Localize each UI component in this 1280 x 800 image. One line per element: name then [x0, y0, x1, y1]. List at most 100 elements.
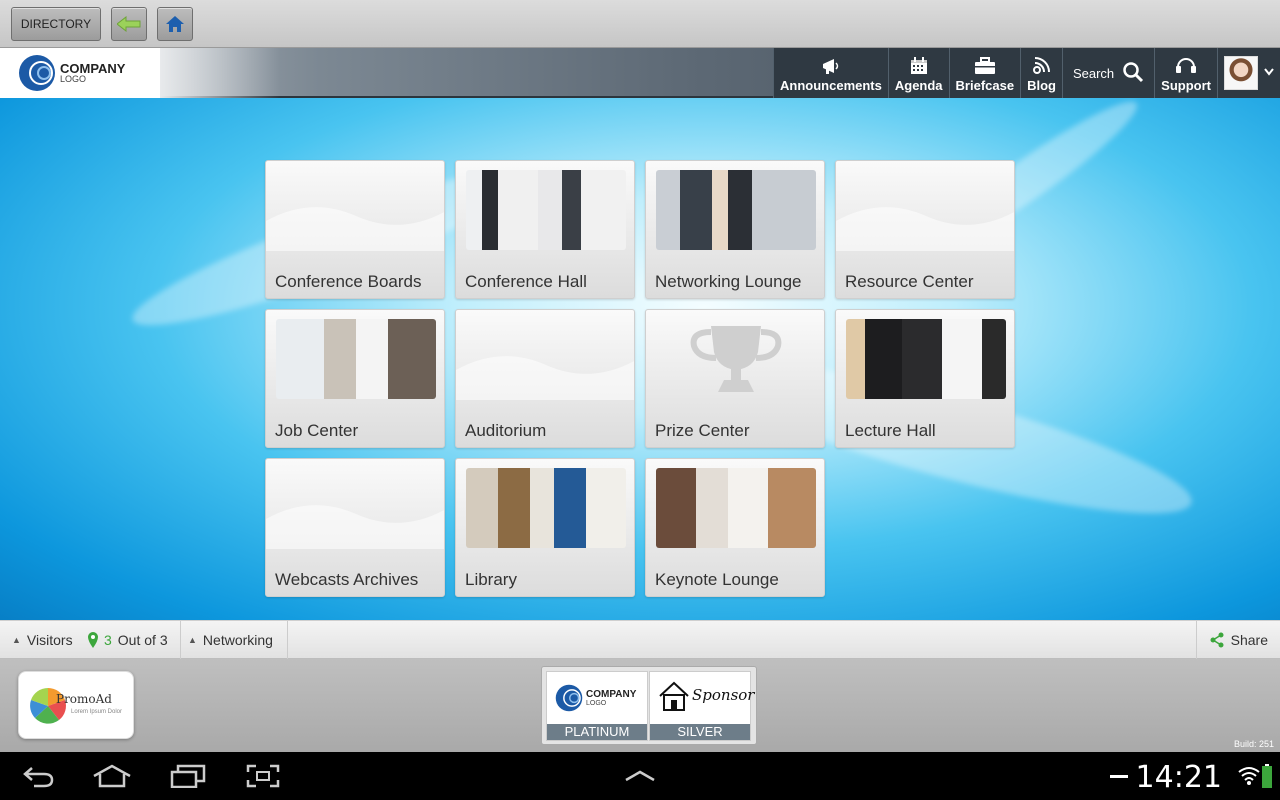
- nav-announcements[interactable]: Announcements: [773, 48, 888, 98]
- nav-briefcase[interactable]: Briefcase: [948, 48, 1021, 98]
- tile-networking-lounge[interactable]: Networking Lounge: [645, 160, 825, 299]
- calendar-icon: [910, 57, 927, 74]
- nav-announcements-label: Announcements: [780, 78, 882, 93]
- tile-label: Conference Hall: [465, 272, 587, 291]
- tier-label: SILVER: [650, 724, 750, 740]
- library-photo: [466, 468, 626, 548]
- back-icon[interactable]: [22, 764, 56, 788]
- wifi-icon: [1238, 767, 1260, 785]
- megaphone-icon: [822, 59, 839, 74]
- app-header: COMPANY LOGO Announcements Agenda Briefc…: [0, 48, 1280, 98]
- share-button[interactable]: Share: [1195, 621, 1268, 659]
- tile-label: Webcasts Archives: [275, 570, 419, 589]
- promo-ad[interactable]: PromoAd Lorem Ipsum Dolor: [18, 671, 134, 739]
- tile-conference-hall[interactable]: Conference Hall: [455, 160, 635, 299]
- keynote-lounge-photo: [656, 468, 816, 548]
- nav-search-label: Search: [1072, 65, 1115, 81]
- nav-support-label: Support: [1161, 78, 1211, 93]
- tile-job-center[interactable]: Job Center: [265, 309, 445, 448]
- job-center-photo: [276, 319, 436, 399]
- home-button[interactable]: [157, 7, 193, 41]
- tile-label: Job Center: [275, 421, 359, 440]
- location-pin-icon: [88, 632, 98, 648]
- tile-keynote-lounge[interactable]: Keynote Lounge: [645, 458, 825, 597]
- promo-title: PromoAd: [56, 692, 112, 706]
- networking-toggle[interactable]: ▲ Networking: [176, 621, 288, 659]
- tile-lecture-hall[interactable]: Lecture Hall: [835, 309, 1015, 448]
- build-number: Build: 251: [1233, 739, 1274, 749]
- search-icon: [1123, 61, 1144, 82]
- system-nav-bar: 14:21: [0, 752, 1280, 800]
- sponsor-logo-text: Sponsor: [692, 686, 755, 704]
- sponsor-silver[interactable]: Sponsor SILVER: [649, 671, 755, 741]
- tile-label: Auditorium: [465, 421, 547, 440]
- tile-prize-center[interactable]: Prize Center: [645, 309, 825, 448]
- nav-search[interactable]: Search: [1061, 48, 1154, 98]
- promo-subtitle: Lorem Ipsum Dolor: [71, 709, 123, 715]
- recent-apps-icon[interactable]: [170, 764, 206, 788]
- house-icon: [659, 681, 689, 711]
- system-clock: 14:21: [1135, 760, 1222, 795]
- lobby-background: Conference Boards Conference Hall Networ…: [0, 98, 1280, 620]
- tile-auditorium[interactable]: Auditorium: [455, 309, 635, 448]
- nav-agenda-label: Agenda: [894, 78, 943, 93]
- tile-label: Library: [465, 570, 517, 589]
- chevron-down-icon: [1264, 67, 1274, 76]
- tile-library[interactable]: Library: [455, 458, 635, 597]
- tile-label: Conference Boards: [275, 272, 422, 291]
- room-grid: Conference Boards Conference Hall Networ…: [265, 160, 1015, 597]
- share-label: Share: [1230, 632, 1268, 648]
- back-button[interactable]: [111, 7, 147, 41]
- nav-support[interactable]: Support: [1154, 48, 1217, 98]
- sponsor-area: PromoAd Lorem Ipsum Dolor COMPANY LOGO P…: [0, 659, 1280, 752]
- directory-button[interactable]: DIRECTORY: [11, 7, 101, 41]
- networking-lounge-photo: [656, 170, 816, 250]
- visitor-count-suffix: Out of 3: [117, 632, 168, 648]
- avatar: [1224, 56, 1258, 90]
- main-nav: Announcements Agenda Briefcase Blog Sear…: [773, 48, 1280, 98]
- nav-agenda[interactable]: Agenda: [887, 48, 949, 98]
- header-sheen: [160, 48, 280, 98]
- headset-icon: [1176, 58, 1197, 73]
- logo-swirl-icon: [19, 55, 55, 91]
- sponsor-strip: COMPANY LOGO PLATINUM Sponsor SILVER: [541, 666, 757, 745]
- caret-up-icon: ▲: [12, 635, 21, 645]
- tile-label: Lecture Hall: [845, 421, 936, 440]
- visitor-count-number: 3: [104, 632, 112, 648]
- tile-label: Networking Lounge: [655, 272, 802, 291]
- nav-blog[interactable]: Blog: [1020, 48, 1062, 98]
- sponsor-logo-sub: LOGO: [586, 699, 607, 707]
- top-toolbar: DIRECTORY: [0, 0, 1280, 48]
- blog-icon: [1032, 57, 1050, 74]
- company-logo[interactable]: COMPANY LOGO: [0, 48, 160, 98]
- tile-label: Prize Center: [655, 421, 750, 440]
- home-icon: [166, 16, 184, 32]
- lecture-hall-photo: [846, 319, 1006, 399]
- networking-label: Networking: [202, 632, 273, 648]
- status-bar: ▲ Visitors 3 Out of 3 ▲ Networking Share: [0, 620, 1280, 659]
- visitor-count[interactable]: 3 Out of 3: [88, 621, 181, 659]
- wave-decoration: [456, 356, 634, 400]
- minus-icon: [1110, 775, 1128, 778]
- tier-label: PLATINUM: [547, 724, 647, 740]
- tile-conference-boards[interactable]: Conference Boards: [265, 160, 445, 299]
- visitors-toggle[interactable]: ▲ Visitors: [12, 621, 73, 659]
- nav-briefcase-label: Briefcase: [955, 78, 1015, 93]
- back-arrow-icon: [117, 16, 141, 32]
- screenshot-icon[interactable]: [246, 764, 280, 788]
- battery-icon: [1262, 764, 1272, 788]
- trophy-icon: [690, 326, 782, 392]
- tile-resource-center[interactable]: Resource Center: [835, 160, 1015, 299]
- logo-sub-text: LOGO: [60, 74, 87, 84]
- tile-webcasts-archives[interactable]: Webcasts Archives: [265, 458, 445, 597]
- wave-decoration: [836, 207, 1014, 251]
- sponsor-platinum[interactable]: COMPANY LOGO PLATINUM: [546, 671, 648, 741]
- sponsor-logo-company: COMPANY: [586, 688, 637, 700]
- visitors-label: Visitors: [26, 632, 73, 648]
- chevron-up-icon[interactable]: [624, 770, 656, 782]
- conference-hall-photo: [466, 170, 626, 250]
- wave-decoration: [266, 505, 444, 549]
- user-menu[interactable]: [1217, 48, 1280, 98]
- home-icon[interactable]: [92, 764, 132, 788]
- tile-label: Keynote Lounge: [655, 570, 779, 589]
